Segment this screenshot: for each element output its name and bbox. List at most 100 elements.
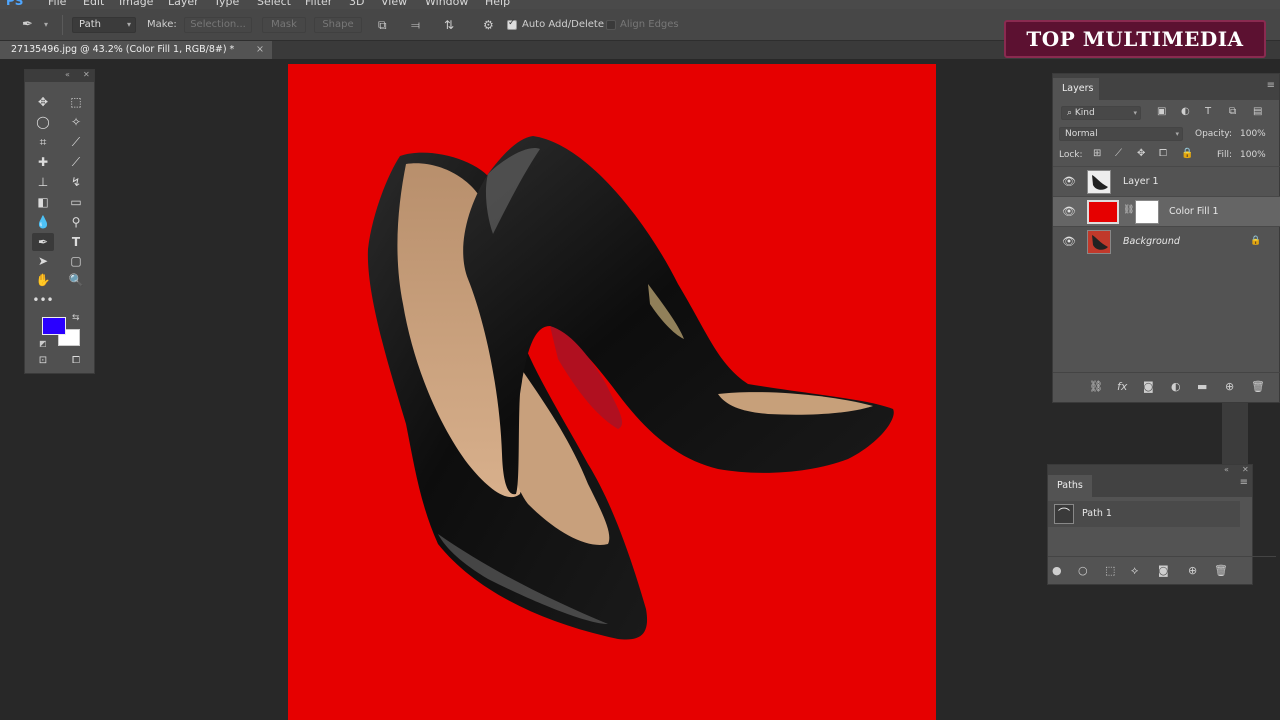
new-path-icon[interactable]: ⊕ (1188, 564, 1197, 577)
gradient-tool-icon[interactable]: ▭ (65, 193, 87, 211)
smart-object-filter-icon[interactable]: ▤ (1253, 106, 1262, 117)
swap-colors-icon[interactable]: ⇆ (72, 313, 80, 323)
add-mask-icon[interactable]: ◙ (1158, 564, 1169, 577)
screen-mode-icon[interactable]: ⧠ (65, 352, 87, 370)
eye-icon[interactable]: 👁 (1062, 235, 1076, 248)
hand-tool-icon[interactable]: ✋ (32, 271, 54, 289)
trash-icon[interactable]: 🗑 (1251, 380, 1265, 393)
lock-transparent-icon[interactable]: ⊞ (1093, 148, 1101, 159)
new-group-icon[interactable]: ▬ (1197, 380, 1207, 393)
close-icon[interactable]: ✕ (1242, 465, 1249, 474)
link-icon[interactable]: ⛓ (1123, 205, 1134, 215)
menu-layer[interactable]: Layer (168, 0, 199, 8)
tab-paths[interactable]: Paths (1048, 475, 1092, 497)
chevron-down-icon[interactable]: ▾ (44, 9, 48, 41)
shape-filter-icon[interactable]: ⧉ (1229, 106, 1236, 117)
menu-window[interactable]: Window (425, 0, 468, 8)
auto-add-delete-label[interactable]: Auto Add/Delete (522, 9, 604, 41)
move-tool-icon[interactable]: ✥ (32, 93, 54, 111)
panel-menu-icon[interactable]: ≡ (1267, 80, 1275, 91)
pen-tool-icon[interactable]: ✒ (32, 233, 54, 251)
path-operations-icon[interactable]: ⧉ (378, 9, 387, 41)
panel-menu-icon[interactable]: ≡ (1240, 477, 1248, 488)
menu-view[interactable]: View (381, 0, 407, 8)
path-selection-tool-icon[interactable]: ➤ (32, 252, 54, 270)
lock-position-icon[interactable]: ✥ (1137, 148, 1145, 159)
type-tool-icon[interactable]: T (65, 233, 87, 251)
document-tab[interactable]: 27135496.jpg @ 43.2% (Color Fill 1, RGB/… (0, 41, 272, 59)
fill-color-thumbnail[interactable] (1087, 200, 1119, 224)
lock-pixels-icon[interactable]: ⟋ (1115, 148, 1122, 159)
more-tools-icon[interactable]: ••• (32, 291, 54, 309)
menu-edit[interactable]: Edit (83, 0, 104, 8)
pen-tool-icon[interactable]: ✒ (22, 9, 33, 41)
menu-image[interactable]: Image (119, 0, 153, 8)
load-as-selection-icon[interactable]: ⬚ (1105, 564, 1115, 577)
foreground-color-swatch[interactable] (42, 317, 66, 335)
trash-icon[interactable]: 🗑 (1214, 564, 1228, 577)
menu-filter[interactable]: Filter (305, 0, 332, 8)
zoom-tool-icon[interactable]: 🔍 (65, 271, 87, 289)
blur-tool-icon[interactable]: 💧 (32, 213, 54, 231)
new-layer-icon[interactable]: ⊕ (1225, 380, 1234, 393)
menu-3d[interactable]: 3D (349, 0, 364, 8)
marquee-tool-icon[interactable]: ⬚ (65, 93, 87, 111)
menu-help[interactable]: Help (485, 0, 510, 8)
brush-tool-icon[interactable]: ⟋ (65, 153, 87, 171)
default-colors-icon[interactable]: ◩ (39, 339, 47, 348)
align-edges-checkbox[interactable] (606, 20, 616, 30)
menu-type[interactable]: Type (214, 0, 239, 8)
make-selection-button[interactable]: Selection... (184, 17, 252, 33)
collapse-icon[interactable]: « (65, 70, 70, 79)
lock-all-icon[interactable]: 🔒 (1181, 148, 1193, 159)
make-mask-button[interactable]: Mask (262, 17, 306, 33)
link-layers-icon[interactable]: ⛓ (1089, 380, 1103, 393)
type-filter-icon[interactable]: T (1205, 106, 1211, 117)
collapse-icon[interactable]: « (1224, 465, 1229, 474)
path-row-path-1[interactable]: ⌒ Path 1 (1048, 501, 1240, 527)
history-brush-tool-icon[interactable]: ↯ (65, 173, 87, 191)
menu-file[interactable]: File (48, 0, 66, 8)
fill-value[interactable]: 100% (1240, 150, 1266, 160)
align-edges-label[interactable]: Align Edges (620, 9, 679, 41)
path-arrangement-icon[interactable]: ⇅ (444, 9, 454, 41)
opacity-value[interactable]: 100% (1240, 129, 1266, 139)
adjustment-layer-icon[interactable]: ◐ (1171, 380, 1181, 393)
layer-mask-thumbnail[interactable] (1135, 200, 1159, 224)
dodge-tool-icon[interactable]: ⚲ (65, 213, 87, 231)
eye-icon[interactable]: 👁 (1062, 175, 1076, 188)
lock-artboard-icon[interactable]: ⧠ (1159, 148, 1167, 159)
eye-icon[interactable]: 👁 (1062, 205, 1076, 218)
kind-filter-select[interactable]: ⌕ Kind ▾ (1061, 106, 1141, 120)
tab-layers[interactable]: Layers (1053, 78, 1099, 100)
menu-select[interactable]: Select (257, 0, 291, 8)
lasso-tool-icon[interactable]: ◯ (32, 113, 54, 131)
layer-row-layer-1[interactable]: 👁 Layer 1 (1053, 166, 1280, 196)
magic-wand-tool-icon[interactable]: ✧ (65, 113, 87, 131)
make-work-path-icon[interactable]: ⟡ (1131, 564, 1138, 578)
close-icon[interactable]: ✕ (83, 70, 90, 79)
healing-brush-tool-icon[interactable]: ✚ (32, 153, 54, 171)
tools-panel-header[interactable]: « ✕ (25, 70, 94, 82)
blend-mode-select[interactable]: Normal ▾ (1059, 127, 1183, 141)
document-canvas[interactable] (288, 64, 936, 720)
eyedropper-tool-icon[interactable]: ⟋ (65, 133, 87, 151)
fill-path-icon[interactable]: ● (1052, 564, 1062, 577)
close-icon[interactable]: × (256, 41, 264, 59)
tool-mode-select[interactable]: Path ▾ (72, 17, 136, 33)
crop-tool-icon[interactable]: ⌗ (32, 133, 54, 151)
make-shape-button[interactable]: Shape (314, 17, 362, 33)
clone-stamp-tool-icon[interactable]: ⊥ (32, 173, 54, 191)
add-mask-icon[interactable]: ◙ (1143, 380, 1154, 393)
adjustment-filter-icon[interactable]: ◐ (1181, 106, 1190, 117)
eraser-tool-icon[interactable]: ◧ (32, 193, 54, 211)
quick-mask-icon[interactable]: ⊡ (32, 352, 54, 370)
pixel-filter-icon[interactable]: ▣ (1157, 106, 1166, 117)
stroke-path-icon[interactable]: ○ (1078, 564, 1088, 577)
gear-icon[interactable]: ⚙ (483, 9, 494, 41)
layer-row-background[interactable]: 👁 Background 🔒 (1053, 226, 1280, 256)
path-alignment-icon[interactable]: ⫤ (411, 9, 420, 41)
rectangle-tool-icon[interactable]: ▢ (65, 252, 87, 270)
layer-row-color-fill-1[interactable]: 👁 ⛓ Color Fill 1 (1053, 196, 1280, 226)
auto-add-delete-checkbox[interactable] (507, 18, 517, 30)
